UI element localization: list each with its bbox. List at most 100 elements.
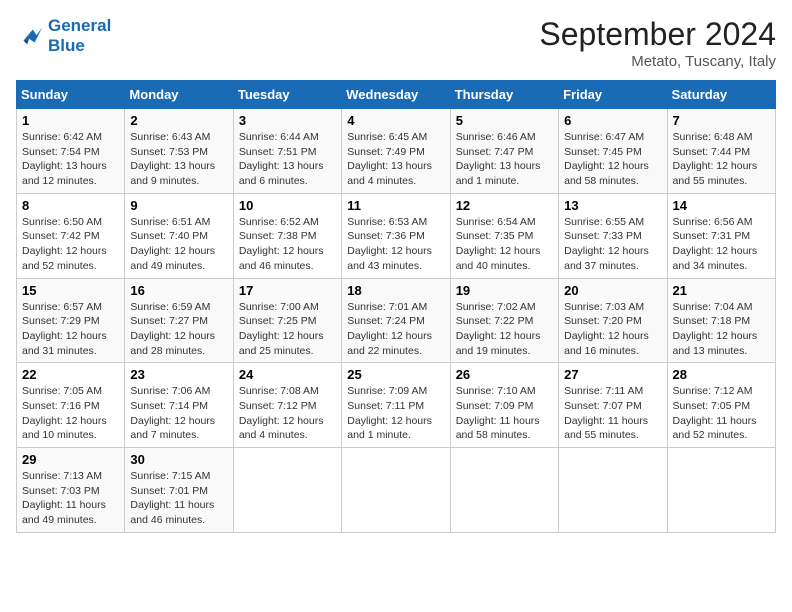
day-number: 25 (347, 367, 444, 382)
day-number: 17 (239, 283, 336, 298)
day-number: 23 (130, 367, 227, 382)
day-number: 11 (347, 198, 444, 213)
day-info: Sunrise: 7:02 AM Sunset: 7:22 PM Dayligh… (456, 300, 553, 359)
day-number: 27 (564, 367, 661, 382)
day-info: Sunrise: 6:52 AM Sunset: 7:38 PM Dayligh… (239, 215, 336, 274)
day-number: 29 (22, 452, 119, 467)
day-cell: 28 Sunrise: 7:12 AM Sunset: 7:05 PM Dayl… (667, 363, 775, 448)
day-info: Sunrise: 6:59 AM Sunset: 7:27 PM Dayligh… (130, 300, 227, 359)
day-number: 3 (239, 113, 336, 128)
day-info: Sunrise: 7:15 AM Sunset: 7:01 PM Dayligh… (130, 469, 227, 528)
day-number: 7 (673, 113, 770, 128)
title-block: September 2024 Metato, Tuscany, Italy (539, 16, 776, 70)
day-number: 26 (456, 367, 553, 382)
day-cell (450, 448, 558, 533)
day-cell: 30 Sunrise: 7:15 AM Sunset: 7:01 PM Dayl… (125, 448, 233, 533)
day-info: Sunrise: 7:04 AM Sunset: 7:18 PM Dayligh… (673, 300, 770, 359)
day-number: 1 (22, 113, 119, 128)
day-cell (667, 448, 775, 533)
day-cell: 21 Sunrise: 7:04 AM Sunset: 7:18 PM Dayl… (667, 278, 775, 363)
day-cell: 2 Sunrise: 6:43 AM Sunset: 7:53 PM Dayli… (125, 109, 233, 194)
day-cell: 17 Sunrise: 7:00 AM Sunset: 7:25 PM Dayl… (233, 278, 341, 363)
col-header-saturday: Saturday (667, 81, 775, 109)
day-number: 9 (130, 198, 227, 213)
col-header-monday: Monday (125, 81, 233, 109)
day-info: Sunrise: 6:44 AM Sunset: 7:51 PM Dayligh… (239, 130, 336, 189)
day-info: Sunrise: 6:48 AM Sunset: 7:44 PM Dayligh… (673, 130, 770, 189)
day-number: 18 (347, 283, 444, 298)
day-info: Sunrise: 6:47 AM Sunset: 7:45 PM Dayligh… (564, 130, 661, 189)
day-number: 14 (673, 198, 770, 213)
day-number: 4 (347, 113, 444, 128)
day-number: 19 (456, 283, 553, 298)
day-info: Sunrise: 7:06 AM Sunset: 7:14 PM Dayligh… (130, 384, 227, 443)
day-cell: 12 Sunrise: 6:54 AM Sunset: 7:35 PM Dayl… (450, 193, 558, 278)
day-info: Sunrise: 7:05 AM Sunset: 7:16 PM Dayligh… (22, 384, 119, 443)
day-number: 6 (564, 113, 661, 128)
day-cell (342, 448, 450, 533)
day-cell: 23 Sunrise: 7:06 AM Sunset: 7:14 PM Dayl… (125, 363, 233, 448)
month-title: September 2024 (539, 16, 776, 53)
week-row-3: 15 Sunrise: 6:57 AM Sunset: 7:29 PM Dayl… (17, 278, 776, 363)
day-info: Sunrise: 6:45 AM Sunset: 7:49 PM Dayligh… (347, 130, 444, 189)
day-cell: 22 Sunrise: 7:05 AM Sunset: 7:16 PM Dayl… (17, 363, 125, 448)
day-cell: 4 Sunrise: 6:45 AM Sunset: 7:49 PM Dayli… (342, 109, 450, 194)
day-cell: 13 Sunrise: 6:55 AM Sunset: 7:33 PM Dayl… (559, 193, 667, 278)
day-number: 12 (456, 198, 553, 213)
day-cell: 9 Sunrise: 6:51 AM Sunset: 7:40 PM Dayli… (125, 193, 233, 278)
day-info: Sunrise: 6:55 AM Sunset: 7:33 PM Dayligh… (564, 215, 661, 274)
week-row-5: 29 Sunrise: 7:13 AM Sunset: 7:03 PM Dayl… (17, 448, 776, 533)
day-cell (233, 448, 341, 533)
logo-icon (16, 22, 44, 50)
week-row-4: 22 Sunrise: 7:05 AM Sunset: 7:16 PM Dayl… (17, 363, 776, 448)
page-header: GeneralBlue September 2024 Metato, Tusca… (16, 16, 776, 70)
day-info: Sunrise: 7:09 AM Sunset: 7:11 PM Dayligh… (347, 384, 444, 443)
day-cell (559, 448, 667, 533)
day-cell: 14 Sunrise: 6:56 AM Sunset: 7:31 PM Dayl… (667, 193, 775, 278)
day-info: Sunrise: 7:12 AM Sunset: 7:05 PM Dayligh… (673, 384, 770, 443)
day-cell: 29 Sunrise: 7:13 AM Sunset: 7:03 PM Dayl… (17, 448, 125, 533)
day-cell: 1 Sunrise: 6:42 AM Sunset: 7:54 PM Dayli… (17, 109, 125, 194)
day-cell: 16 Sunrise: 6:59 AM Sunset: 7:27 PM Dayl… (125, 278, 233, 363)
day-cell: 5 Sunrise: 6:46 AM Sunset: 7:47 PM Dayli… (450, 109, 558, 194)
day-cell: 3 Sunrise: 6:44 AM Sunset: 7:51 PM Dayli… (233, 109, 341, 194)
day-cell: 26 Sunrise: 7:10 AM Sunset: 7:09 PM Dayl… (450, 363, 558, 448)
day-info: Sunrise: 6:42 AM Sunset: 7:54 PM Dayligh… (22, 130, 119, 189)
header-row: SundayMondayTuesdayWednesdayThursdayFrid… (17, 81, 776, 109)
day-info: Sunrise: 6:51 AM Sunset: 7:40 PM Dayligh… (130, 215, 227, 274)
day-number: 16 (130, 283, 227, 298)
col-header-sunday: Sunday (17, 81, 125, 109)
day-number: 13 (564, 198, 661, 213)
col-header-tuesday: Tuesday (233, 81, 341, 109)
day-cell: 19 Sunrise: 7:02 AM Sunset: 7:22 PM Dayl… (450, 278, 558, 363)
day-info: Sunrise: 6:43 AM Sunset: 7:53 PM Dayligh… (130, 130, 227, 189)
day-info: Sunrise: 7:03 AM Sunset: 7:20 PM Dayligh… (564, 300, 661, 359)
day-number: 20 (564, 283, 661, 298)
day-number: 22 (22, 367, 119, 382)
day-number: 30 (130, 452, 227, 467)
day-info: Sunrise: 7:01 AM Sunset: 7:24 PM Dayligh… (347, 300, 444, 359)
day-cell: 18 Sunrise: 7:01 AM Sunset: 7:24 PM Dayl… (342, 278, 450, 363)
day-cell: 10 Sunrise: 6:52 AM Sunset: 7:38 PM Dayl… (233, 193, 341, 278)
day-cell: 20 Sunrise: 7:03 AM Sunset: 7:20 PM Dayl… (559, 278, 667, 363)
day-cell: 11 Sunrise: 6:53 AM Sunset: 7:36 PM Dayl… (342, 193, 450, 278)
day-number: 21 (673, 283, 770, 298)
day-info: Sunrise: 6:57 AM Sunset: 7:29 PM Dayligh… (22, 300, 119, 359)
day-cell: 6 Sunrise: 6:47 AM Sunset: 7:45 PM Dayli… (559, 109, 667, 194)
day-info: Sunrise: 7:08 AM Sunset: 7:12 PM Dayligh… (239, 384, 336, 443)
calendar-table: SundayMondayTuesdayWednesdayThursdayFrid… (16, 80, 776, 533)
day-info: Sunrise: 6:54 AM Sunset: 7:35 PM Dayligh… (456, 215, 553, 274)
day-info: Sunrise: 6:56 AM Sunset: 7:31 PM Dayligh… (673, 215, 770, 274)
location: Metato, Tuscany, Italy (539, 53, 776, 70)
col-header-wednesday: Wednesday (342, 81, 450, 109)
day-number: 28 (673, 367, 770, 382)
day-info: Sunrise: 7:11 AM Sunset: 7:07 PM Dayligh… (564, 384, 661, 443)
day-cell: 7 Sunrise: 6:48 AM Sunset: 7:44 PM Dayli… (667, 109, 775, 194)
day-cell: 27 Sunrise: 7:11 AM Sunset: 7:07 PM Dayl… (559, 363, 667, 448)
day-info: Sunrise: 6:46 AM Sunset: 7:47 PM Dayligh… (456, 130, 553, 189)
week-row-2: 8 Sunrise: 6:50 AM Sunset: 7:42 PM Dayli… (17, 193, 776, 278)
col-header-thursday: Thursday (450, 81, 558, 109)
week-row-1: 1 Sunrise: 6:42 AM Sunset: 7:54 PM Dayli… (17, 109, 776, 194)
day-cell: 8 Sunrise: 6:50 AM Sunset: 7:42 PM Dayli… (17, 193, 125, 278)
day-number: 8 (22, 198, 119, 213)
